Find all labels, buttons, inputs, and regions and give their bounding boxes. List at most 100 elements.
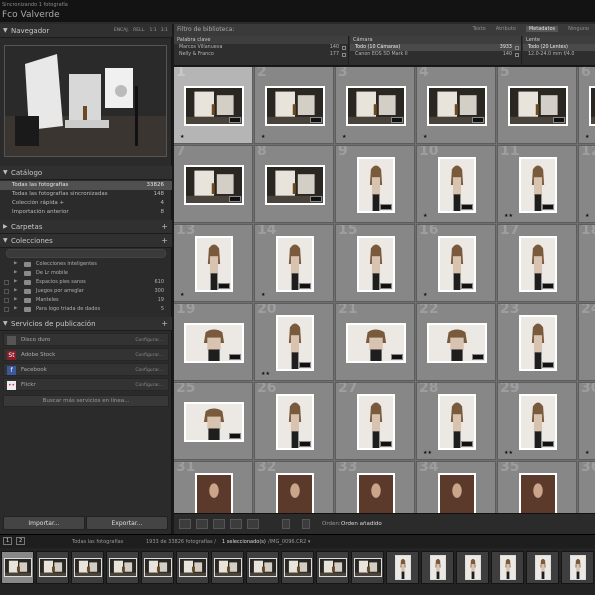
service-facebook[interactable]: f Facebook Configurar...: [3, 363, 169, 376]
star-rating[interactable]: ★: [261, 134, 265, 140]
photo-cell[interactable]: 25: [174, 382, 253, 460]
star-rating[interactable]: ★★: [504, 450, 513, 456]
sync-checkbox[interactable]: [4, 288, 9, 294]
photo-thumbnail[interactable]: [195, 236, 233, 292]
photo-cell[interactable]: 19: [174, 303, 253, 381]
star-rating[interactable]: ★★: [423, 450, 432, 456]
photo-cell[interactable]: 21: [335, 303, 415, 381]
configure-link[interactable]: Configurar...: [135, 338, 163, 343]
star-rating[interactable]: ★: [585, 134, 589, 140]
export-button[interactable]: Exportar...: [86, 516, 168, 530]
photo-thumbnail[interactable]: [589, 86, 595, 126]
photo-thumbnail[interactable]: [276, 236, 314, 292]
photo-thumbnail[interactable]: [438, 236, 476, 292]
painter-icon[interactable]: [282, 519, 290, 529]
photo-thumbnail[interactable]: [519, 394, 557, 450]
row-checkbox[interactable]: [342, 52, 346, 57]
photo-cell[interactable]: 24: [578, 303, 595, 381]
photo-cell[interactable]: 4 ★: [416, 67, 496, 144]
photo-cell[interactable]: 35: [497, 461, 577, 513]
photo-cell[interactable]: 28 ★★: [416, 382, 496, 460]
photo-cell[interactable]: 17: [497, 224, 577, 302]
add-service-icon[interactable]: +: [161, 319, 168, 328]
sync-checkbox[interactable]: [4, 279, 9, 285]
catalog-item-previous-import[interactable]: Importación anterior 8: [0, 208, 172, 217]
collections-filter-input[interactable]: [6, 249, 166, 258]
photo-cell[interactable]: 15: [335, 224, 415, 302]
configure-link[interactable]: Configurar...: [135, 383, 163, 388]
photo-cell[interactable]: 13 ★: [174, 224, 253, 302]
photo-thumbnail[interactable]: [519, 157, 557, 213]
photo-thumbnail[interactable]: [427, 323, 487, 363]
row-checkbox[interactable]: [342, 45, 346, 50]
photo-thumbnail[interactable]: [184, 402, 244, 442]
filmstrip[interactable]: [0, 548, 595, 595]
filmstrip-thumbnail[interactable]: [1, 551, 34, 584]
metadata-row[interactable]: 12.0-24.0 mm f/4.0: [523, 51, 595, 58]
folders-header[interactable]: ▶ Carpetas +: [0, 220, 172, 234]
photo-thumbnail[interactable]: [519, 236, 557, 292]
zoom-fit-option[interactable]: ENCAJ.: [114, 28, 129, 33]
catalog-item-synced-photos[interactable]: Todas las fotografías sincronizadas 148: [0, 190, 172, 199]
photo-cell[interactable]: 23: [497, 303, 577, 381]
filmstrip-thumbnail[interactable]: [421, 551, 454, 584]
filmstrip-thumbnail[interactable]: [36, 551, 69, 584]
photo-cell[interactable]: 32★: [254, 461, 334, 513]
tab-none[interactable]: Ninguno: [568, 26, 589, 32]
photo-thumbnail[interactable]: [276, 394, 314, 450]
photo-thumbnail[interactable]: [357, 157, 395, 213]
metadata-row[interactable]: Marcos Villanueva 140: [174, 44, 348, 51]
navigator-header[interactable]: ▼ Navegador ENCAJ. RELL. 1:1 3:1: [0, 24, 172, 38]
photo-thumbnail[interactable]: [519, 315, 557, 371]
photo-cell[interactable]: 10 ★: [416, 145, 496, 223]
catalog-header[interactable]: ▼ Catálogo: [0, 166, 172, 180]
photo-thumbnail[interactable]: [519, 473, 557, 513]
sort-direction-icon[interactable]: [302, 519, 310, 529]
photo-thumbnail[interactable]: [357, 473, 395, 513]
collapse-triangle-icon[interactable]: ▼: [3, 320, 8, 327]
photo-cell[interactable]: 36★★: [578, 461, 595, 513]
selected-file-name[interactable]: /IMG_0096.CR2 ▾: [268, 539, 310, 545]
filmstrip-thumbnail[interactable]: [141, 551, 174, 584]
photo-cell[interactable]: 34: [416, 461, 496, 513]
screen-1-button[interactable]: 1: [3, 537, 13, 545]
row-checkbox[interactable]: [515, 52, 519, 57]
expand-triangle-icon[interactable]: ▶: [14, 288, 17, 293]
photo-cell[interactable]: 22: [416, 303, 496, 381]
photo-cell[interactable]: 29 ★★: [497, 382, 577, 460]
photo-cell[interactable]: 3 ★: [335, 67, 415, 144]
photo-cell[interactable]: 8: [254, 145, 334, 223]
photo-thumbnail[interactable]: [346, 323, 406, 363]
zoom-3-1-option[interactable]: 3:1: [161, 28, 168, 33]
expand-triangle-icon[interactable]: ▶: [3, 223, 8, 230]
tab-text[interactable]: Texto: [473, 26, 486, 32]
star-rating[interactable]: ★: [585, 213, 589, 219]
photo-thumbnail[interactable]: [276, 315, 314, 371]
photo-cell[interactable]: 7: [174, 145, 253, 223]
collection-item[interactable]: ▶ Espacios pies sanos 610: [0, 278, 172, 286]
photo-thumbnail[interactable]: [438, 157, 476, 213]
collection-item[interactable]: ▶ Juegos por arreglar 300: [0, 287, 172, 295]
service-hard-drive[interactable]: Disco duro Configurar...: [3, 333, 169, 346]
metadata-row[interactable]: Canon EOS 5D Mark II 140: [350, 51, 521, 58]
filmstrip-thumbnail[interactable]: [71, 551, 104, 584]
import-button[interactable]: Importar...: [3, 516, 85, 530]
catalog-item-all-photos[interactable]: Todas las fotografías 33826: [0, 181, 172, 190]
row-checkbox[interactable]: [515, 45, 519, 50]
expand-triangle-icon[interactable]: ▶: [14, 261, 17, 266]
photo-thumbnail[interactable]: [508, 86, 568, 126]
photo-cell[interactable]: 5: [497, 67, 577, 144]
add-folder-icon[interactable]: +: [161, 222, 168, 231]
photo-cell[interactable]: 16 ★: [416, 224, 496, 302]
collapse-triangle-icon[interactable]: ▼: [3, 27, 8, 34]
filmstrip-thumbnail[interactable]: [176, 551, 209, 584]
collection-item[interactable]: ▶ Manteles 19: [0, 296, 172, 304]
photo-cell[interactable]: 27: [335, 382, 415, 460]
metadata-row[interactable]: Todo (20 Lentes): [523, 44, 595, 51]
screen-2-button[interactable]: 2: [16, 537, 26, 545]
zoom-1-1-option[interactable]: 1:1: [150, 28, 157, 33]
find-more-services-button[interactable]: Buscar más servicios en línea...: [3, 395, 169, 407]
loupe-view-icon[interactable]: [196, 519, 208, 529]
filmstrip-thumbnail[interactable]: [456, 551, 489, 584]
photo-cell[interactable]: 9: [335, 145, 415, 223]
